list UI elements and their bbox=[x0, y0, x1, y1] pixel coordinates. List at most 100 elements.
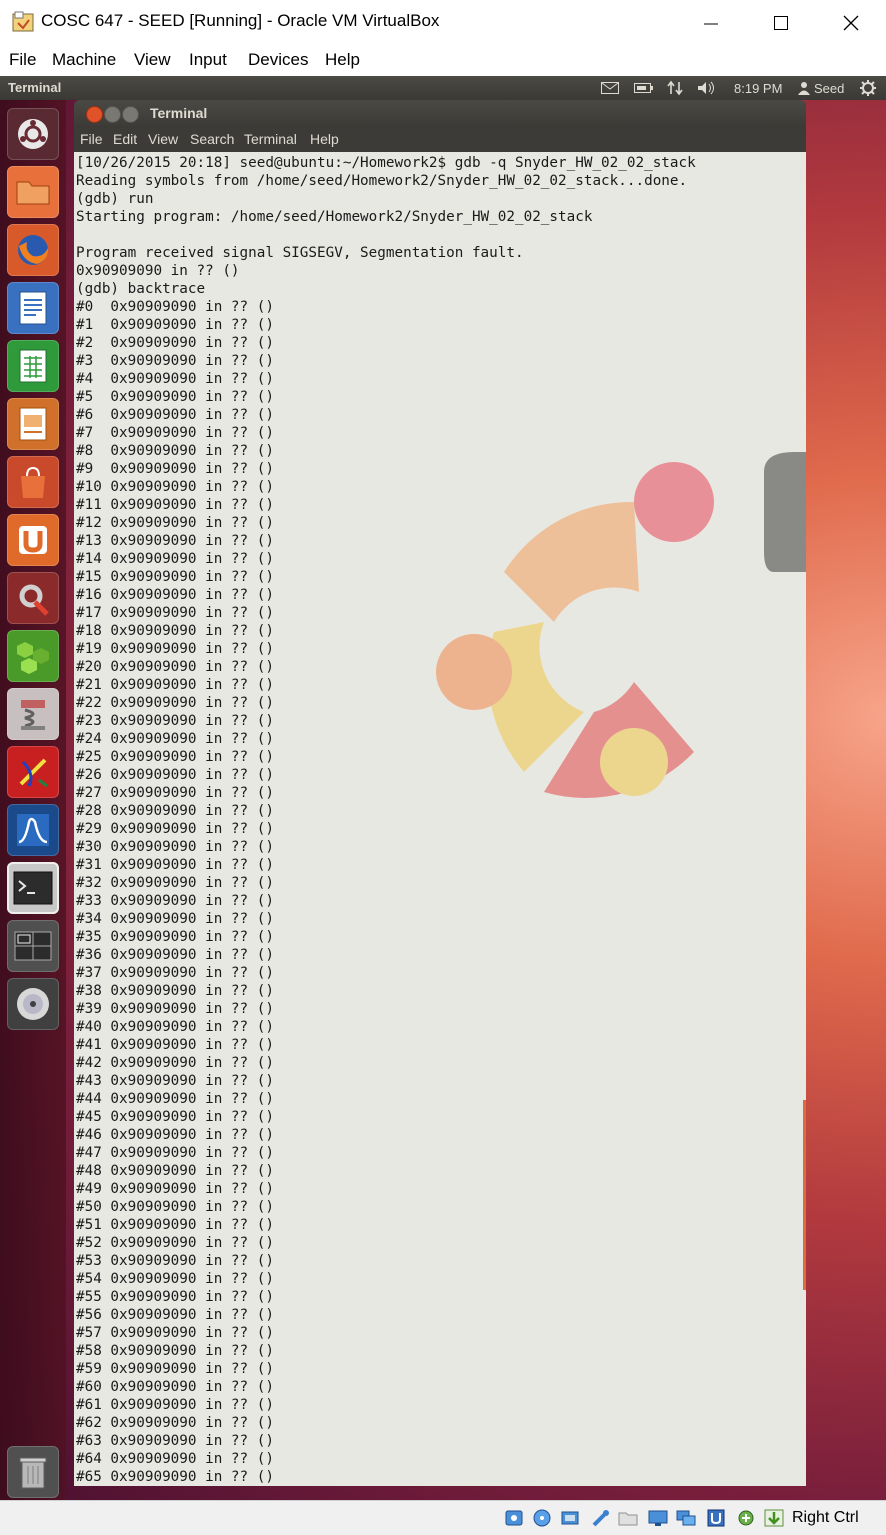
system-settings-icon[interactable] bbox=[7, 572, 59, 624]
terminal-line: #63 0x90909090 in ?? () bbox=[76, 1433, 274, 1449]
terminal-menu-search[interactable]: Search bbox=[190, 131, 234, 147]
minimize-icon bbox=[704, 23, 718, 24]
menu-view[interactable]: View bbox=[134, 50, 171, 70]
clock[interactable]: 8:19 PM bbox=[734, 79, 782, 97]
host-key-arrow-icon[interactable] bbox=[764, 1509, 784, 1527]
terminal-line: #14 0x90909090 in ?? () bbox=[76, 551, 274, 567]
software-center-icon[interactable] bbox=[7, 456, 59, 508]
terminal-line: #3 0x90909090 in ?? () bbox=[76, 353, 274, 369]
terminal-line: #22 0x90909090 in ?? () bbox=[76, 695, 274, 711]
terminal-line: #24 0x90909090 in ?? () bbox=[76, 731, 274, 747]
terminal-line: #29 0x90909090 in ?? () bbox=[76, 821, 274, 837]
terminal-line: Reading symbols from /home/seed/Homework… bbox=[76, 173, 688, 189]
terminal-line: #37 0x90909090 in ?? () bbox=[76, 965, 274, 981]
terminal-title: Terminal bbox=[150, 105, 208, 121]
terminal-line: Starting program: /home/seed/Homework2/S… bbox=[76, 209, 593, 225]
virtualbox-icon bbox=[12, 11, 34, 32]
terminal-line: #35 0x90909090 in ?? () bbox=[76, 929, 274, 945]
terminal-line: #55 0x90909090 in ?? () bbox=[76, 1289, 274, 1305]
terminal-close-icon[interactable] bbox=[86, 106, 103, 123]
terminal-line: #30 0x90909090 in ?? () bbox=[76, 839, 274, 855]
battery-icon[interactable] bbox=[634, 79, 654, 97]
network-adapter-icon[interactable] bbox=[676, 1509, 696, 1527]
terminal-line: #13 0x90909090 in ?? () bbox=[76, 533, 274, 549]
optical-drive-icon[interactable] bbox=[532, 1509, 552, 1527]
cpu-icon[interactable] bbox=[736, 1509, 756, 1527]
shared-folder-icon[interactable] bbox=[618, 1509, 638, 1527]
workspace-switcher-icon[interactable] bbox=[7, 920, 59, 972]
launcher bbox=[0, 100, 66, 1500]
recording-icon[interactable] bbox=[706, 1509, 726, 1527]
archive-app-icon[interactable] bbox=[7, 688, 59, 740]
terminal-line: #64 0x90909090 in ?? () bbox=[76, 1451, 274, 1467]
session-gear-icon[interactable] bbox=[860, 79, 876, 97]
terminal-line: #46 0x90909090 in ?? () bbox=[76, 1127, 274, 1143]
hard-disk-icon[interactable] bbox=[504, 1509, 524, 1527]
disc-icon[interactable] bbox=[7, 978, 59, 1030]
minimize-button[interactable] bbox=[676, 0, 746, 45]
menu-input[interactable]: Input bbox=[189, 50, 227, 70]
user-indicator[interactable]: Seed bbox=[798, 79, 844, 97]
terminal-line: [10/26/2015 20:18] seed@ubuntu:~/Homewor… bbox=[76, 155, 696, 171]
terminal-menu-file[interactable]: File bbox=[80, 131, 103, 147]
close-button[interactable] bbox=[816, 0, 886, 45]
terminal-menu-terminal[interactable]: Terminal bbox=[244, 131, 297, 147]
calc-icon[interactable] bbox=[7, 340, 59, 392]
terminal-line: #58 0x90909090 in ?? () bbox=[76, 1343, 274, 1359]
terminal-line: #23 0x90909090 in ?? () bbox=[76, 713, 274, 729]
terminal-maximize-icon[interactable] bbox=[122, 106, 139, 123]
terminal-line: #53 0x90909090 in ?? () bbox=[76, 1253, 274, 1269]
terminal-menu-edit[interactable]: Edit bbox=[113, 131, 137, 147]
terminal-minimize-icon[interactable] bbox=[104, 106, 121, 123]
impress-icon[interactable] bbox=[7, 398, 59, 450]
terminal-line: #16 0x90909090 in ?? () bbox=[76, 587, 274, 603]
terminal-line: #8 0x90909090 in ?? () bbox=[76, 443, 274, 459]
terminal-titlebar[interactable]: Terminal bbox=[74, 100, 806, 128]
files-icon[interactable] bbox=[7, 166, 59, 218]
terminal-output[interactable]: [10/26/2015 20:18] seed@ubuntu:~/Homewor… bbox=[76, 154, 696, 1486]
host-statusbar: Right Ctrl bbox=[0, 1500, 886, 1535]
terminal-menu-help[interactable]: Help bbox=[310, 131, 339, 147]
mail-icon[interactable] bbox=[601, 79, 619, 97]
user-name: Seed bbox=[814, 80, 845, 96]
usb-icon[interactable] bbox=[590, 1509, 610, 1527]
red-app-icon[interactable] bbox=[7, 746, 59, 798]
trash-icon[interactable] bbox=[7, 1446, 59, 1498]
green-app-icon[interactable] bbox=[7, 630, 59, 682]
wireshark-icon[interactable] bbox=[7, 804, 59, 856]
terminal-icon[interactable] bbox=[7, 862, 59, 914]
terminal-line: #18 0x90909090 in ?? () bbox=[76, 623, 274, 639]
dash-home-icon[interactable] bbox=[7, 108, 59, 160]
terminal-line: #57 0x90909090 in ?? () bbox=[76, 1325, 274, 1341]
panel-app-title: Terminal bbox=[8, 80, 62, 95]
terminal-line: #7 0x90909090 in ?? () bbox=[76, 425, 274, 441]
terminal-line: #25 0x90909090 in ?? () bbox=[76, 749, 274, 765]
terminal-line: #45 0x90909090 in ?? () bbox=[76, 1109, 274, 1125]
terminal-window[interactable]: Terminal File Edit View Search Terminal … bbox=[74, 100, 806, 1486]
vm-screen[interactable]: Terminal 8:19 PM Seed Terminal File Edit… bbox=[0, 76, 886, 1500]
menu-file[interactable]: File bbox=[9, 50, 36, 70]
menu-machine[interactable]: Machine bbox=[52, 50, 116, 70]
terminal-scrollbar[interactable] bbox=[803, 1100, 806, 1290]
terminal-body[interactable]: [10/26/2015 20:18] seed@ubuntu:~/Homewor… bbox=[74, 152, 806, 1486]
terminal-line: #21 0x90909090 in ?? () bbox=[76, 677, 274, 693]
audio-icon[interactable] bbox=[560, 1509, 580, 1527]
maximize-button[interactable] bbox=[746, 0, 816, 45]
display-icon[interactable] bbox=[648, 1509, 668, 1527]
terminal-line: #48 0x90909090 in ?? () bbox=[76, 1163, 274, 1179]
terminal-line: #28 0x90909090 in ?? () bbox=[76, 803, 274, 819]
volume-icon[interactable] bbox=[697, 79, 717, 97]
terminal-line: #17 0x90909090 in ?? () bbox=[76, 605, 274, 621]
network-icon[interactable] bbox=[667, 79, 683, 97]
terminal-line: #65 0x90909090 in ?? () bbox=[76, 1469, 274, 1485]
terminal-line: (gdb) backtrace bbox=[76, 281, 206, 297]
host-titlebar: COSC 647 - SEED [Running] - Oracle VM Vi… bbox=[0, 0, 886, 45]
firefox-icon[interactable] bbox=[7, 224, 59, 276]
writer-icon[interactable] bbox=[7, 282, 59, 334]
menu-devices[interactable]: Devices bbox=[248, 50, 308, 70]
terminal-menu-view[interactable]: View bbox=[148, 131, 178, 147]
ubuntu-one-icon[interactable] bbox=[7, 514, 59, 566]
terminal-line: #2 0x90909090 in ?? () bbox=[76, 335, 274, 351]
terminal-line: #36 0x90909090 in ?? () bbox=[76, 947, 274, 963]
menu-help[interactable]: Help bbox=[325, 50, 360, 70]
